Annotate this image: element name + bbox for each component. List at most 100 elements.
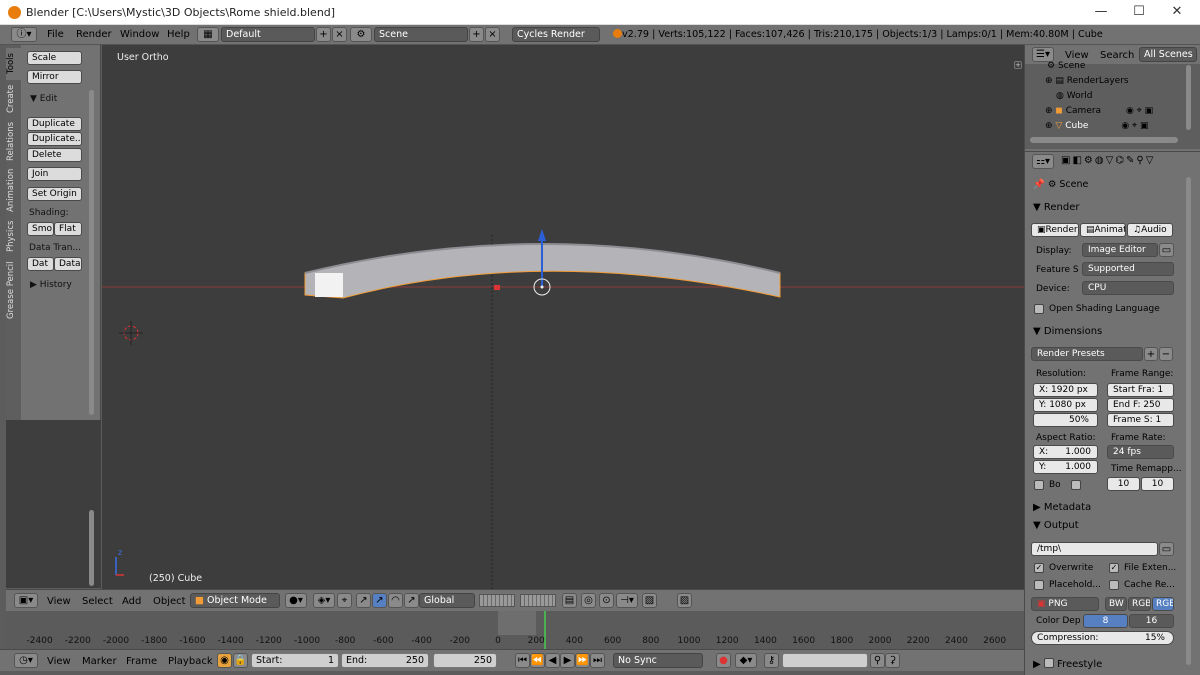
aspect-x-field[interactable]: X: 1.000 [1033, 445, 1098, 459]
color-bw-button[interactable]: BW [1105, 597, 1127, 611]
cache-result-checkbox[interactable] [1109, 580, 1119, 590]
toolshelf-scrollbar[interactable] [89, 90, 94, 415]
time-remap-old-field[interactable]: 10 [1107, 477, 1140, 491]
compression-slider[interactable]: Compression: 15% [1031, 631, 1174, 645]
current-frame-field[interactable]: 250 [433, 653, 497, 668]
render-animation-button[interactable]: ▤Animati [1080, 223, 1126, 237]
end-frame-prop-field[interactable]: End F: 250 [1107, 398, 1174, 412]
layer-buttons-group-1[interactable] [479, 594, 515, 607]
data-transfer-button[interactable]: Dat [27, 257, 54, 271]
properties-scrollbar[interactable] [1186, 177, 1191, 665]
audio-button[interactable]: ♫Audio [1127, 223, 1173, 237]
jump-keyframe-forward-icon[interactable]: ⏩ [575, 653, 590, 668]
end-frame-field[interactable]: End: 250 [341, 653, 429, 668]
outliner-menu-search[interactable]: Search [1100, 50, 1134, 61]
color-depth-8-button[interactable]: 8 [1083, 614, 1128, 628]
render-button[interactable]: ▣Render [1031, 223, 1079, 237]
outliner-item-cube[interactable]: ⊕ ▽ Cube ◉ ⌖ ▣ [1045, 121, 1200, 136]
close-button[interactable]: ✕ [1166, 3, 1188, 21]
property-context-icons[interactable]: ▣◧⚙◍▽⌬✎⚲▽ [1061, 155, 1155, 166]
timeline-menu-playback[interactable]: Playback [168, 656, 213, 667]
freestyle-checkbox[interactable] [1043, 658, 1054, 668]
menu-object[interactable]: Object [153, 596, 186, 607]
menu-render[interactable]: Render [76, 29, 112, 40]
color-depth-16-button[interactable]: 16 [1129, 614, 1174, 628]
mirror-button[interactable]: Mirror [27, 70, 82, 84]
device-selector[interactable]: CPU [1082, 281, 1174, 295]
preview-range-icon[interactable]: ◉ [217, 653, 232, 668]
border-checkbox[interactable] [1034, 480, 1044, 490]
duplicate-linked-button[interactable]: Duplicate... [27, 132, 82, 146]
tab-animation[interactable]: Animation [6, 166, 21, 214]
sync-mode-selector[interactable]: No Sync [613, 653, 703, 668]
aspect-y-field[interactable]: Y: 1.000 [1033, 460, 1098, 474]
menu-file[interactable]: File [47, 29, 64, 40]
color-rgba-button[interactable]: RGB [1152, 597, 1174, 611]
duplicate-button[interactable]: Duplicate [27, 117, 82, 131]
flat-button[interactable]: Flat [54, 222, 82, 236]
data-layout-button[interactable]: Data [54, 257, 82, 271]
placeholders-checkbox[interactable] [1034, 580, 1044, 590]
history-panel-header[interactable]: ▶ History [30, 280, 72, 290]
outliner-item-world[interactable]: ◍ World [1056, 91, 1200, 106]
delete-keyframe-icon[interactable]: ⚳ [885, 653, 900, 668]
editor-type-info-icon[interactable]: ⓘ▾ [11, 27, 37, 42]
add-scene-icon[interactable]: + [469, 27, 484, 42]
outliner-item-renderlayers[interactable]: ⊕ ▤ RenderLayers [1045, 76, 1200, 91]
dimensions-panel-header[interactable]: ▼ Dimensions [1033, 326, 1102, 337]
snap-toggle-icon[interactable]: ⊙ [599, 593, 614, 608]
keying-set-icon[interactable]: ⚷ [764, 653, 779, 668]
add-layout-icon[interactable]: + [316, 27, 331, 42]
resolution-y-field[interactable]: Y: 1080 px [1033, 398, 1098, 412]
metadata-panel-header[interactable]: ▶ Metadata [1033, 502, 1091, 513]
overwrite-checkbox[interactable]: ✓ [1034, 563, 1044, 573]
render-presets-selector[interactable]: Render Presets [1031, 347, 1143, 361]
resolution-x-field[interactable]: X: 1920 px [1033, 383, 1098, 397]
rotate-manipulator-icon[interactable]: ↗ [372, 593, 387, 608]
render-engine-selector[interactable]: Cycles Render [512, 27, 600, 42]
frame-step-field[interactable]: Frame S: 1 [1107, 413, 1174, 427]
layout-grid-icon[interactable]: ▦ [197, 27, 219, 42]
layout-selector[interactable]: Default [221, 27, 315, 42]
smooth-button[interactable]: Smo [27, 222, 54, 236]
editor-type-outliner-icon[interactable]: ☰▾ [1032, 47, 1054, 62]
remove-scene-icon[interactable]: × [485, 27, 500, 42]
insert-keyframe-icon[interactable]: ⚲ [870, 653, 885, 668]
tab-create[interactable]: Create [6, 82, 21, 116]
minimize-button[interactable]: — [1090, 3, 1112, 21]
proportional-edit-icon[interactable]: ◎ [581, 593, 596, 608]
render-panel-header[interactable]: ▼ Render [1033, 202, 1079, 213]
remove-preset-icon[interactable]: − [1159, 347, 1173, 361]
timeline-menu-view[interactable]: View [47, 656, 71, 667]
render-window-icon[interactable]: ▭ [1159, 243, 1174, 257]
tab-tools[interactable]: Tools [6, 48, 21, 80]
jump-start-icon[interactable]: ⏮ [515, 653, 530, 668]
jump-end-icon[interactable]: ⏭ [590, 653, 605, 668]
cube-visibility-icons[interactable]: ◉ ⌖ ▣ [1121, 121, 1148, 131]
mode-selector[interactable]: ■ Object Mode [190, 593, 280, 608]
resolution-percentage-field[interactable]: 50% [1033, 413, 1098, 427]
scale-manipulator-icon[interactable]: ◠ [388, 593, 403, 608]
record-keyframe-icon[interactable]: ● [716, 653, 731, 668]
file-extensions-checkbox[interactable]: ✓ [1109, 563, 1119, 573]
tab-grease-pencil[interactable]: Grease Pencil [6, 258, 21, 322]
browse-folder-icon[interactable]: ▭ [1159, 542, 1174, 556]
timeline-menu-frame[interactable]: Frame [126, 656, 157, 667]
menu-add[interactable]: Add [122, 596, 141, 607]
toolshelf-lower-scrollbar[interactable] [89, 510, 94, 586]
opengl-render-icon[interactable]: ▨ [677, 593, 692, 608]
outliner-item-scene[interactable]: ⚙ Scene [1047, 61, 1200, 76]
transform-tool-icon[interactable]: ↗ [404, 593, 419, 608]
start-frame-prop-field[interactable]: Start Fra: 1 [1107, 383, 1174, 397]
scene-selector[interactable]: Scene [374, 27, 468, 42]
display-selector[interactable]: Image Editor [1082, 243, 1158, 257]
crop-checkbox[interactable] [1071, 480, 1081, 490]
editor-type-3d-icon[interactable]: ▣▾ [14, 593, 38, 608]
output-panel-header[interactable]: ▼ Output [1033, 520, 1079, 531]
outliner-menu-view[interactable]: View [1065, 50, 1089, 61]
outliner-h-scrollbar[interactable] [1030, 137, 1178, 143]
transform-orientation-selector[interactable]: Global [419, 593, 475, 608]
play-reverse-icon[interactable]: ◀ [545, 653, 560, 668]
jump-keyframe-back-icon[interactable]: ⏪ [530, 653, 545, 668]
join-button[interactable]: Join [27, 167, 82, 181]
